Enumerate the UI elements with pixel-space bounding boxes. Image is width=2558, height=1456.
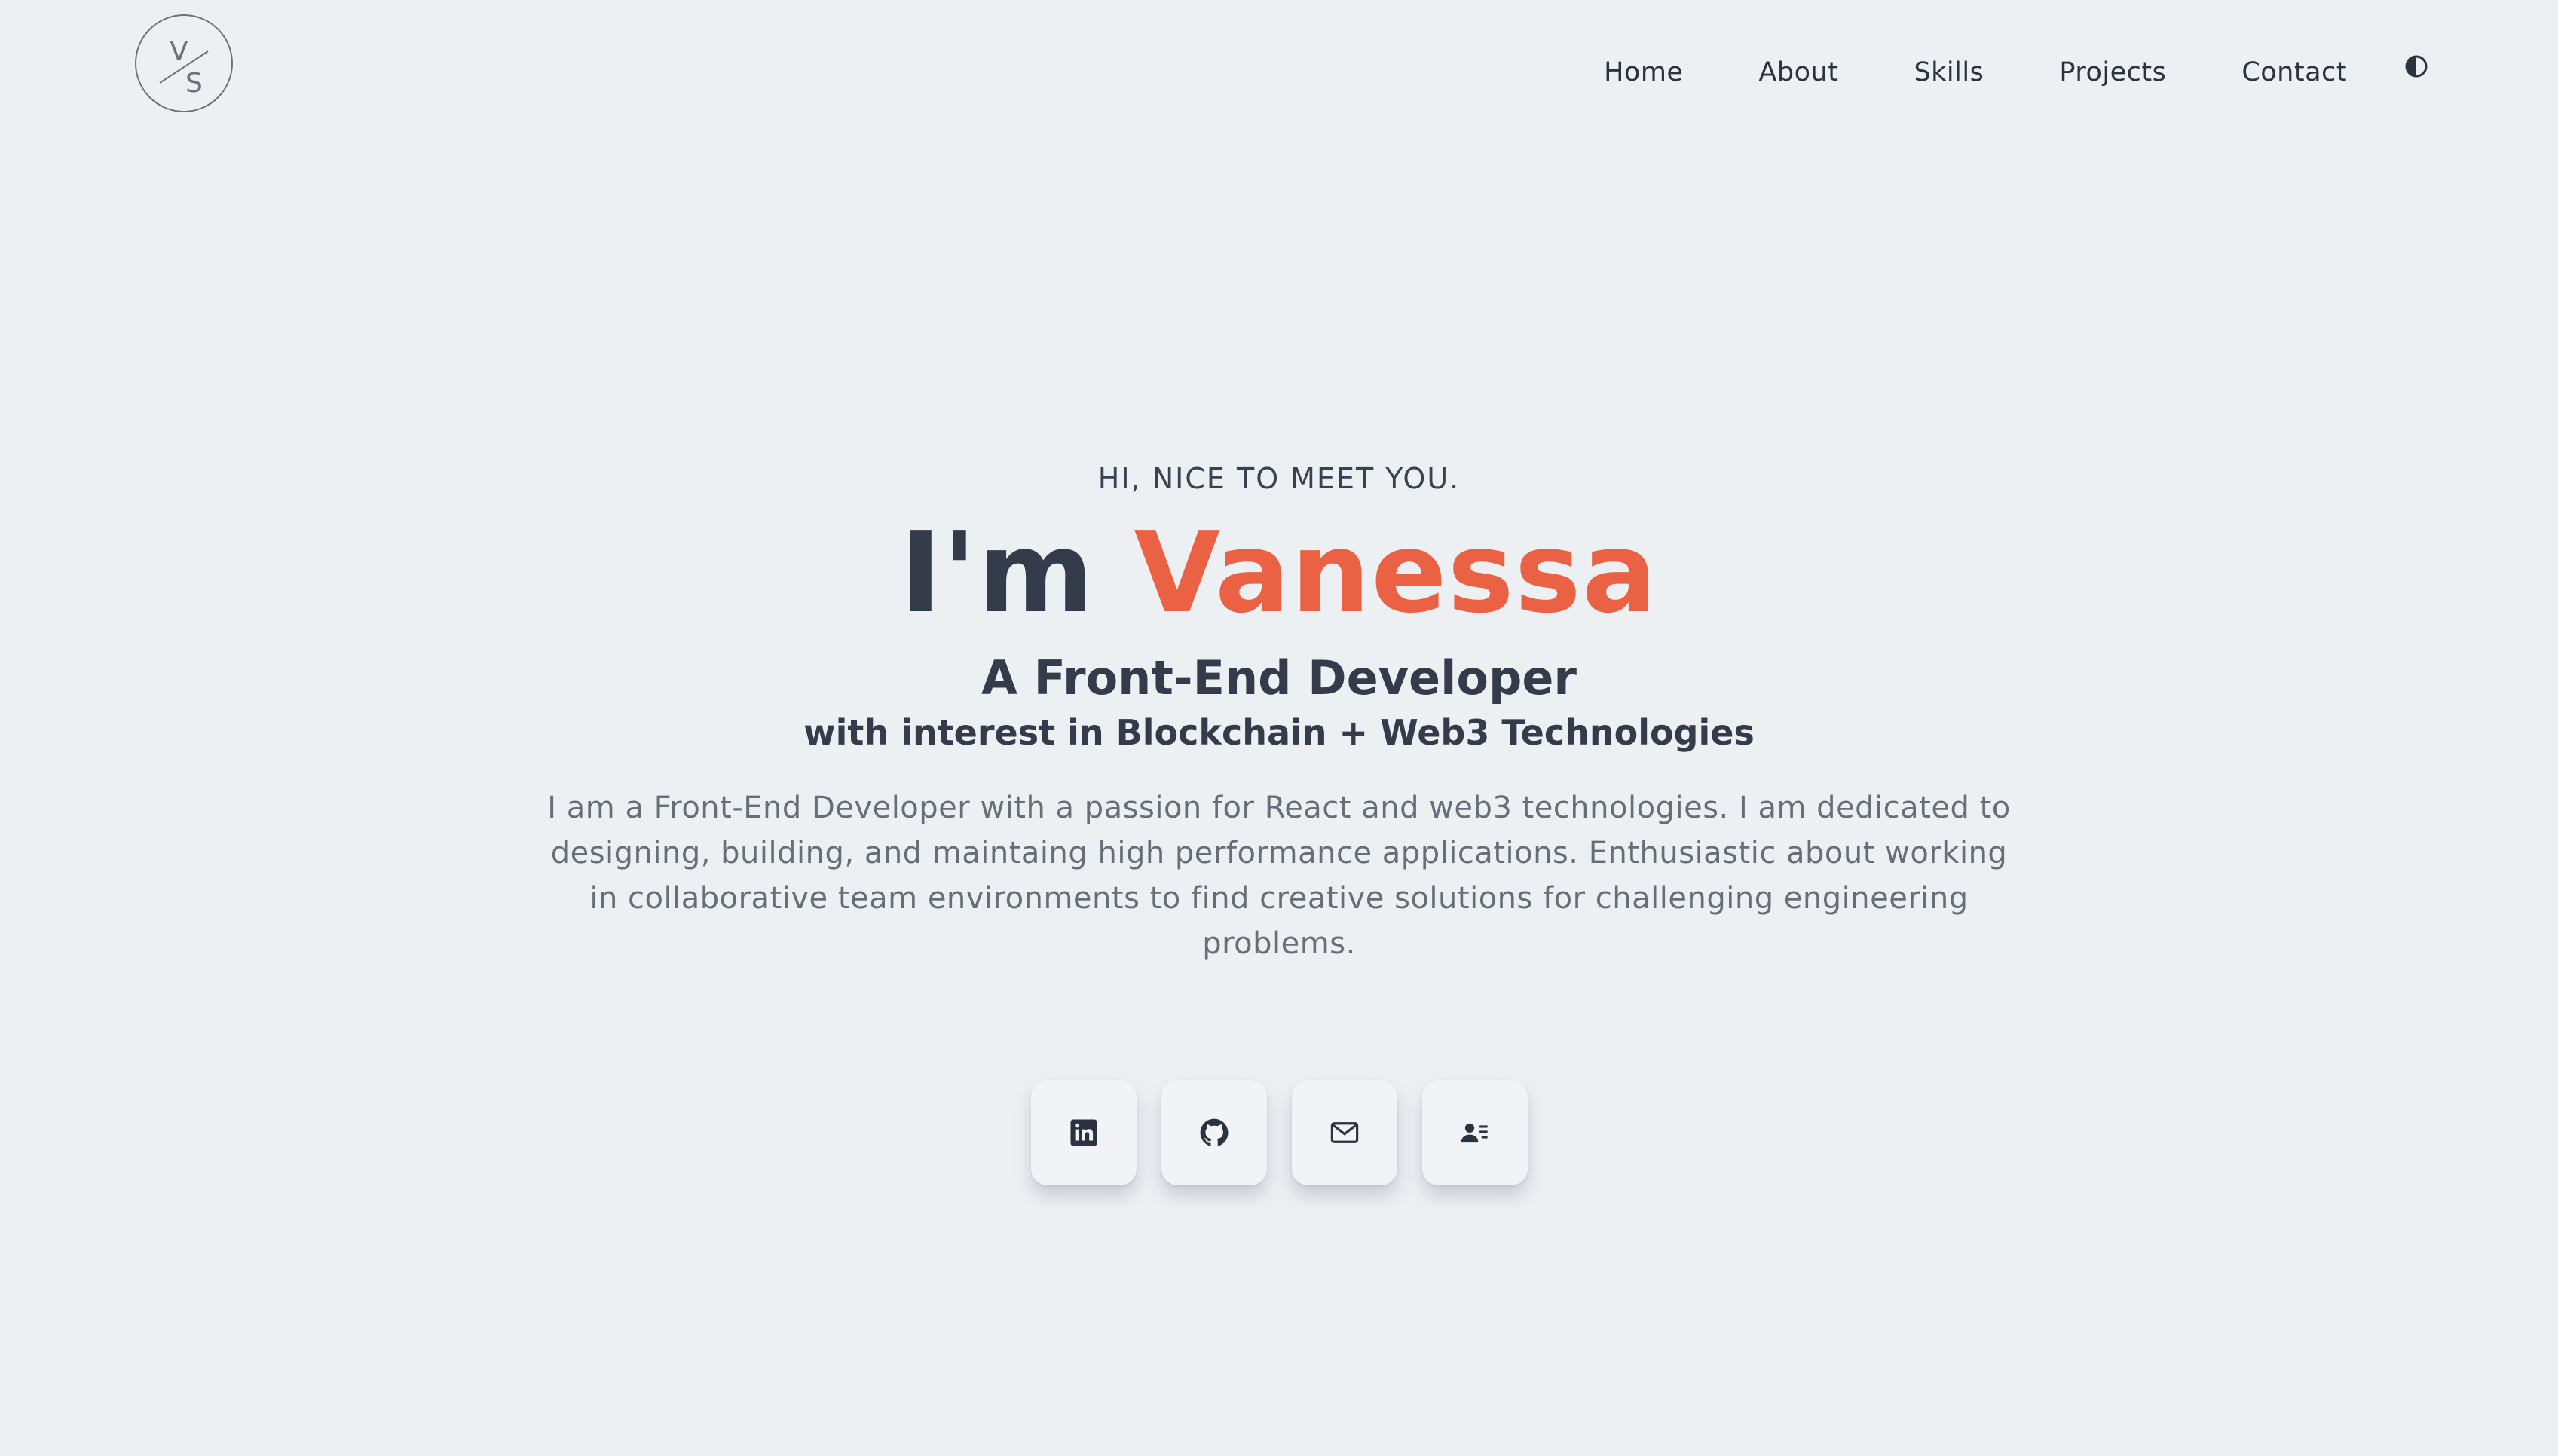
hero-greeting: HI, NICE TO MEET YOU.: [1097, 462, 1461, 495]
logo-letter-v: V: [170, 36, 188, 67]
logo[interactable]: V S: [134, 14, 234, 113]
half-circle-contrast-icon: [2405, 55, 2428, 78]
resume-contact-icon: [1461, 1123, 1488, 1143]
headline-name: Vanessa: [1134, 508, 1658, 638]
nav-home[interactable]: Home: [1604, 54, 1683, 90]
email-button[interactable]: [1291, 1080, 1397, 1185]
resume-button[interactable]: [1421, 1080, 1528, 1185]
main-nav: Home About Skills Projects Contact: [1528, 54, 2347, 90]
linkedin-icon: [1070, 1119, 1097, 1146]
hero-role: A Front-End Developer: [981, 650, 1577, 705]
nav-skills[interactable]: Skills: [1914, 54, 1984, 90]
headline-prefix: I'm: [900, 508, 1094, 638]
github-icon: [1200, 1118, 1229, 1146]
hero-bio: I am a Front-End Developer with a passio…: [547, 791, 2011, 961]
nav-about[interactable]: About: [1758, 54, 1838, 90]
hero-section: HI, NICE TO MEET YOU. I'm Vanessa A Fron…: [0, 452, 2558, 966]
logo-letter-s: S: [185, 68, 203, 99]
hero-headline: I'm Vanessa: [0, 505, 2558, 641]
nav-contact[interactable]: Contact: [2241, 54, 2347, 90]
mail-icon: [1330, 1122, 1358, 1143]
theme-toggle-button[interactable]: [2400, 50, 2433, 83]
hero-interest: with interest in Blockchain + Web3 Techn…: [803, 712, 1755, 753]
logo-mark: V S: [135, 14, 233, 112]
social-links: [0, 1080, 2558, 1185]
linkedin-button[interactable]: [1030, 1080, 1137, 1185]
github-button[interactable]: [1161, 1080, 1267, 1185]
nav-projects[interactable]: Projects: [2059, 54, 2166, 90]
